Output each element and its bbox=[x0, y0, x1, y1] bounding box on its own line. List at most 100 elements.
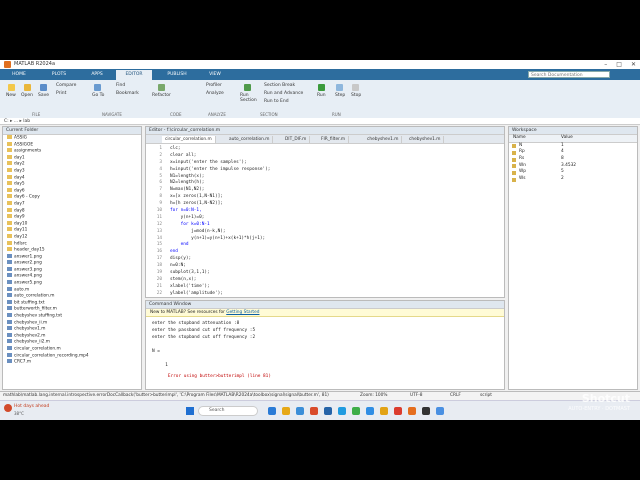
taskbar-search[interactable]: Search bbox=[198, 406, 258, 416]
folder-item[interactable]: answer1.png bbox=[3, 253, 141, 261]
workspace-variable-row[interactable]: Rp 4 bbox=[509, 149, 637, 156]
code-line[interactable]: 9 h=[h zeros(1,N-N2)]; bbox=[146, 201, 504, 208]
code-line[interactable]: 10 for n=0:N-1, bbox=[146, 208, 504, 215]
close-button[interactable]: ✕ bbox=[631, 61, 636, 68]
folder-item[interactable]: answer2.png bbox=[3, 260, 141, 267]
folder-item[interactable]: day3 bbox=[3, 167, 141, 175]
workspace-variable-row[interactable]: Wn 3.4532 bbox=[509, 163, 637, 170]
code-line[interactable]: 3 x=input('enter the samples'); bbox=[146, 160, 504, 167]
editor-tab[interactable]: DIT_DIF.m bbox=[282, 136, 311, 143]
new-button[interactable]: New bbox=[6, 93, 16, 98]
analyze-button[interactable]: Analyze bbox=[206, 91, 224, 96]
matlab-taskbar-icon[interactable] bbox=[408, 407, 416, 415]
section-break-button[interactable]: Section Break bbox=[264, 83, 295, 88]
minimize-button[interactable]: – bbox=[604, 61, 607, 68]
search-input[interactable]: Search Documentation bbox=[528, 71, 610, 78]
folder-item[interactable]: day4 bbox=[3, 174, 141, 182]
word-icon[interactable] bbox=[324, 407, 332, 415]
folder-item[interactable]: day10 bbox=[3, 220, 141, 228]
taskview-icon[interactable] bbox=[268, 407, 276, 415]
folder-item[interactable]: chebyshev_ii2.m bbox=[3, 339, 141, 346]
save-button[interactable]: Save bbox=[38, 93, 49, 98]
error-message[interactable]: Error using butter>butterimpl (line 81) bbox=[146, 366, 271, 387]
refactor-button[interactable]: Refactor bbox=[152, 93, 171, 98]
column-name[interactable]: Name bbox=[513, 135, 526, 142]
folder-item[interactable]: chebyshev stuffing.txt bbox=[3, 313, 141, 320]
folder-item[interactable]: bit stuffing.txt bbox=[3, 299, 141, 307]
tab-editor[interactable]: EDITOR bbox=[116, 70, 152, 80]
chrome-icon[interactable] bbox=[352, 407, 360, 415]
code-line[interactable]: 13 j=mod(n-k,N); bbox=[146, 229, 504, 236]
code-line[interactable]: 2 clear all; bbox=[146, 153, 504, 160]
code-line[interactable]: 1 clc; bbox=[146, 146, 504, 153]
step-button[interactable]: Step bbox=[335, 93, 345, 98]
app-icon[interactable] bbox=[422, 407, 430, 415]
code-line[interactable]: 21 xlabel('time'); bbox=[146, 284, 504, 291]
workspace-variable-row[interactable]: Ws 2 bbox=[509, 176, 637, 183]
run-button[interactable]: Run bbox=[317, 93, 326, 98]
editor-tab[interactable]: circular_correlation.m bbox=[162, 136, 216, 143]
open-button[interactable]: Open bbox=[21, 93, 33, 98]
tab-home[interactable]: HOME bbox=[4, 70, 34, 80]
compare-button[interactable]: Compare bbox=[56, 83, 76, 88]
bookmark-button[interactable]: Bookmark bbox=[116, 91, 139, 96]
folder-item[interactable]: day2 bbox=[3, 161, 141, 168]
folder-item[interactable]: assignments bbox=[3, 148, 141, 155]
folder-item[interactable]: chebyshev_ii.m bbox=[3, 319, 141, 327]
stop-button[interactable]: Stop bbox=[351, 93, 361, 98]
editor-tab[interactable]: FIR_filter.m bbox=[318, 136, 350, 143]
run-and-advance-button[interactable]: Run and Advance bbox=[264, 91, 303, 96]
edge-icon[interactable] bbox=[296, 407, 304, 415]
office-icon[interactable] bbox=[310, 407, 318, 415]
folder-item[interactable]: circular_correlation.m bbox=[3, 346, 141, 353]
app-icon[interactable] bbox=[436, 407, 444, 415]
folder-item[interactable]: ASSIG bbox=[3, 135, 141, 142]
app-icon[interactable] bbox=[380, 407, 388, 415]
folder-item[interactable]: day6 bbox=[3, 187, 141, 195]
code-line[interactable]: 14 y(n+1)=y(n+1)+x(k+1)*h(j+1); bbox=[146, 236, 504, 243]
folder-item[interactable]: hdlsrc bbox=[3, 240, 141, 248]
windows-start-icon[interactable] bbox=[186, 407, 194, 415]
run-section-button[interactable]: Run Section bbox=[240, 93, 260, 103]
maximize-button[interactable]: □ bbox=[616, 61, 622, 68]
editor-tab[interactable]: chebyshev1.m bbox=[406, 136, 445, 143]
folder-item[interactable]: day8 bbox=[3, 207, 141, 215]
tab-plots[interactable]: PLOTS bbox=[44, 70, 74, 80]
weather-text[interactable]: Hot days ahead bbox=[14, 404, 49, 409]
workspace-variable-row[interactable]: N1 bbox=[509, 143, 637, 150]
code-line[interactable]: 15 end bbox=[146, 242, 504, 249]
folder-item[interactable]: auto.m bbox=[3, 286, 141, 294]
editor-tab[interactable]: chebyshev1.m bbox=[364, 136, 403, 143]
folder-item[interactable]: chebyshev2.m bbox=[3, 332, 141, 340]
code-line[interactable]: 19 subplot(3,1,1); bbox=[146, 270, 504, 277]
folder-item[interactable]: ASSIGOE bbox=[3, 141, 141, 149]
workspace-variable-row[interactable]: Wp 5 bbox=[509, 169, 637, 176]
code-line[interactable]: 18 n=0:N; bbox=[146, 263, 504, 270]
folder-item[interactable]: CRC7.m bbox=[3, 359, 141, 366]
run-to-end-button[interactable]: Run to End bbox=[264, 99, 289, 104]
tab-apps[interactable]: APPS bbox=[82, 70, 112, 80]
tab-publish[interactable]: PUBLISH bbox=[160, 70, 194, 80]
code-line[interactable]: 20 stem(n,x); bbox=[146, 277, 504, 284]
folder-item[interactable]: answer5.png bbox=[3, 280, 141, 287]
folder-item[interactable]: day1 bbox=[3, 154, 141, 162]
folder-item[interactable]: day11 bbox=[3, 227, 141, 234]
folder-item[interactable]: answer4.png bbox=[3, 273, 141, 280]
code-line[interactable]: 4 h=input('enter the impulse response'); bbox=[146, 167, 504, 174]
profiler-button[interactable]: Profiler bbox=[206, 83, 222, 88]
code-line[interactable]: 12 for k=0:N-1 bbox=[146, 222, 504, 229]
code-area[interactable]: 1 clc; 2 clear all; 3 x=input('enter the samp… bbox=[146, 144, 504, 296]
folder-item[interactable]: butterworth_filter.m bbox=[3, 306, 141, 313]
folder-item[interactable]: day5 bbox=[3, 181, 141, 188]
code-line[interactable]: 22 ylabel('amplitude'); bbox=[146, 291, 504, 296]
folder-item[interactable]: day7 bbox=[3, 200, 141, 208]
editor-tab[interactable]: auto_correlation.m bbox=[226, 136, 274, 143]
folder-item[interactable]: day9 bbox=[3, 214, 141, 221]
folder-item[interactable]: day12 bbox=[3, 233, 141, 241]
address-bar[interactable]: C: ▸ ... ▸ lab bbox=[0, 118, 640, 125]
file-explorer-icon[interactable] bbox=[282, 407, 290, 415]
folder-item[interactable]: circular_correlation_recording.mp4 bbox=[3, 352, 141, 360]
folder-item[interactable]: day6 - Copy bbox=[3, 194, 141, 201]
folder-item[interactable]: answer3.png bbox=[3, 266, 141, 274]
find-button[interactable]: Find bbox=[116, 83, 125, 88]
